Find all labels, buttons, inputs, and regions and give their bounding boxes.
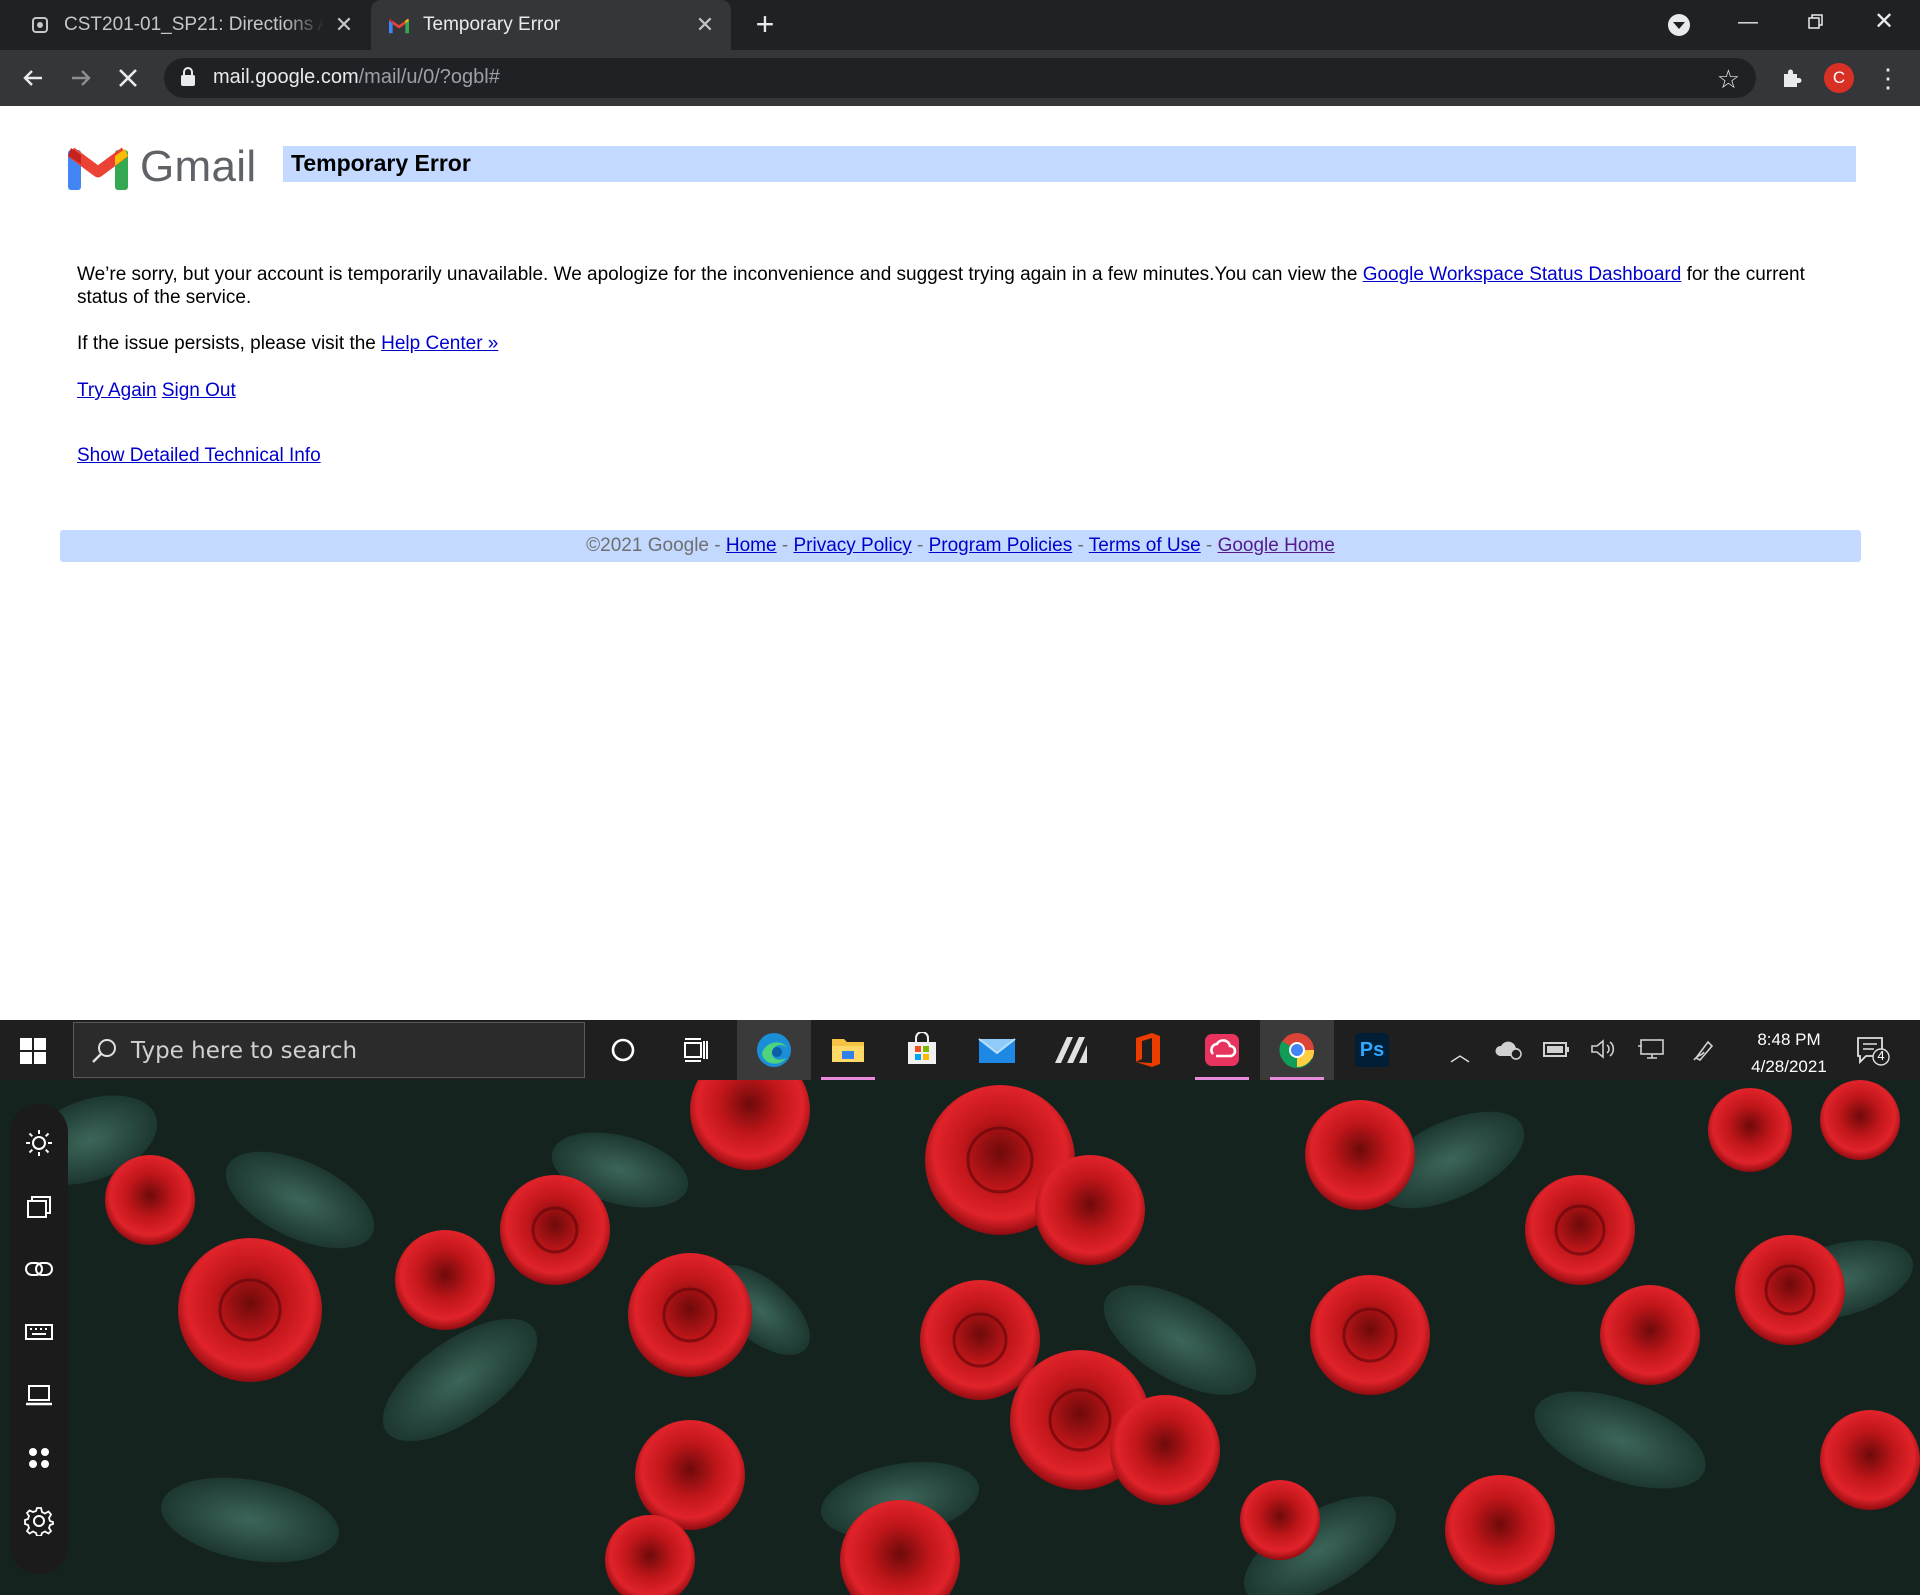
try-again-link[interactable]: Try Again [77,380,157,401]
apps-dots-icon[interactable] [22,1441,56,1475]
extensions-puzzle-icon[interactable] [1774,60,1810,96]
volume-icon[interactable] [1590,1038,1616,1066]
gmail-wordmark: Gmail [140,142,257,191]
show-technical-info-link[interactable]: Show Detailed Technical Info [77,445,321,466]
error-title-bar: Temporary Error [283,146,1856,182]
link-icon[interactable] [22,1252,56,1286]
gmail-favicon-icon [389,15,409,35]
photoshop-label: Ps [1355,1033,1389,1067]
page-title: Temporary Error [291,150,471,176]
footer-home-link[interactable]: Home [726,535,777,556]
help-message: If the issue persists, please visit the … [77,332,498,355]
rose-wallpaper-image [0,1080,1920,1595]
office-icon[interactable] [1110,1020,1184,1080]
clock-date: 4/28/2021 [1751,1057,1827,1076]
taskbar-clock[interactable]: 8:48 PM 4/28/2021 [1735,1026,1843,1080]
error-message: We’re sorry, but your account is tempora… [77,263,1817,309]
mail-icon[interactable] [960,1020,1034,1080]
task-view-icon[interactable] [659,1020,733,1080]
forward-button[interactable] [63,60,99,96]
desktop-wallpaper [0,1080,1920,1595]
separator: - [1200,535,1218,556]
status-dashboard-link[interactable]: Google Workspace Status Dashboard [1363,264,1682,285]
chrome-icon[interactable] [1260,1020,1334,1080]
footer-program-policies-link[interactable]: Program Policies [929,535,1073,556]
separator: - [709,535,726,556]
footer-google-home-link[interactable]: Google Home [1218,535,1335,556]
edge-icon[interactable] [737,1020,811,1080]
browser-toolbar: mail.google.com/mail/u/0/?ogbl# ☆ ⋮ [0,50,1920,106]
restore-button[interactable] [1782,0,1850,44]
keyboard-icon[interactable] [22,1315,56,1349]
tab-title: CST201-01_SP21: Directions Against [64,14,324,35]
stop-loading-button[interactable] [110,60,146,96]
help-text: If the issue persists, please visit the [77,333,382,354]
network-icon[interactable] [1637,1038,1665,1066]
windows-taskbar: Type here to search Ps ︿ 8:48 PM 4/28/20… [0,1020,1920,1080]
new-tab-button[interactable]: + [750,8,780,40]
chrome-menu-icon[interactable]: ⋮ [1870,60,1906,96]
pen-workspace-icon[interactable] [1692,1038,1716,1068]
photoshop-icon[interactable]: Ps [1335,1020,1409,1080]
search-icon [90,1037,118,1070]
tab-course[interactable]: CST201-01_SP21: Directions Against ✕ [0,0,370,50]
tab-temporary-error[interactable]: Temporary Error ✕ [371,0,731,50]
store-icon[interactable] [885,1020,959,1080]
page-footer: ©2021 Google - Home - Privacy Policy - P… [60,530,1861,562]
tech-info: Show Detailed Technical Info [77,444,321,467]
gmail-error-page: Gmail Temporary Error We’re sorry, but y… [0,106,1920,1020]
quick-settings-panel [10,1104,68,1574]
windows-layers-icon[interactable] [22,1189,56,1223]
gmail-m-icon [68,147,128,190]
url-host: mail.google.com [213,66,359,88]
tab-search-icon[interactable] [1668,14,1690,36]
course-favicon-icon [30,15,50,35]
bookmark-star-icon[interactable]: ☆ [1717,64,1740,95]
error-message-text: We’re sorry, but your account is tempora… [77,264,1363,285]
url-text[interactable]: mail.google.com/mail/u/0/?ogbl# [213,66,500,89]
settings-gear-icon[interactable] [22,1504,56,1538]
windows-start-icon[interactable] [20,1038,46,1064]
laptop-icon[interactable] [22,1378,56,1412]
footer-privacy-link[interactable]: Privacy Policy [793,535,911,556]
sign-out-link[interactable]: Sign Out [162,380,236,401]
close-tab-icon[interactable]: ✕ [693,13,717,37]
help-center-link[interactable]: Help Center » [381,333,498,354]
creative-cloud-icon[interactable] [1185,1020,1259,1080]
separator: - [776,535,794,556]
file-explorer-icon[interactable] [811,1020,885,1080]
tab-strip: CST201-01_SP21: Directions Against ✕ Tem… [0,0,1920,50]
lock-icon[interactable] [180,67,196,92]
onedrive-cloud-icon[interactable] [1494,1038,1524,1066]
url-path: /mail/u/0/?ogbl# [358,66,500,88]
close-tab-icon[interactable]: ✕ [332,13,356,37]
close-window-button[interactable]: ✕ [1850,0,1918,44]
show-hidden-icons-chevron-icon[interactable]: ︿ [1450,1038,1470,1067]
search-placeholder: Type here to search [131,1038,358,1064]
taskbar-search-box[interactable]: Type here to search [73,1022,585,1078]
gmail-logo[interactable]: Gmail [68,142,256,192]
tab-title: Temporary Error [423,14,561,35]
cortana-icon[interactable] [586,1020,660,1080]
copyright-text: ©2021 Google [586,535,709,556]
footer-terms-link[interactable]: Terms of Use [1089,535,1201,556]
address-bar[interactable]: mail.google.com/mail/u/0/?ogbl# ☆ [164,58,1756,98]
battery-icon[interactable] [1542,1038,1570,1066]
action-center-icon[interactable]: 4 [1856,1036,1890,1072]
minimize-button[interactable]: — [1714,0,1782,44]
back-button[interactable] [15,60,51,96]
separator: - [1072,535,1089,556]
separator: - [911,535,929,556]
profile-avatar[interactable]: C [1824,63,1854,93]
app-slash-icon[interactable] [1035,1020,1109,1080]
brightness-sun-icon[interactable] [22,1126,56,1160]
action-links: Try Again Sign Out [77,379,236,402]
notification-count: 4 [1877,1048,1885,1063]
clock-time: 8:48 PM [1757,1030,1821,1049]
